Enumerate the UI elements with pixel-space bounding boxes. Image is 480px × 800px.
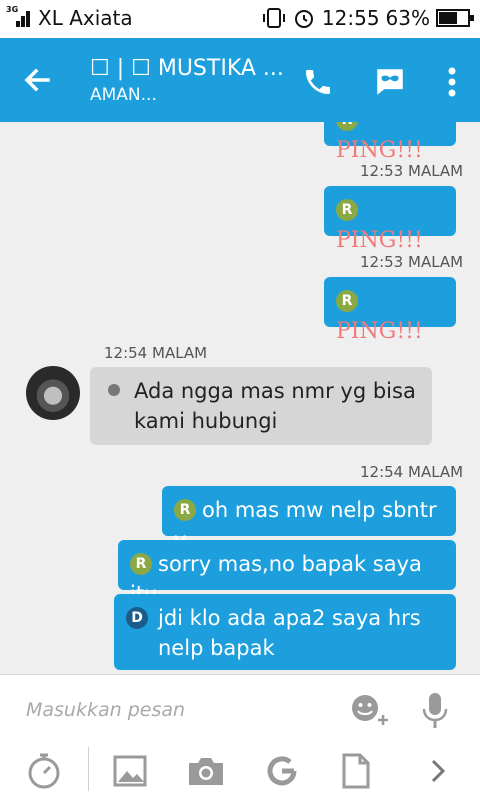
chat-subtitle: AMAN...: [90, 85, 157, 105]
unread-dot-icon: [108, 384, 120, 396]
message-bubble[interactable]: Rsorry mas,no bapak saya itu: [118, 540, 456, 606]
timer-icon: [28, 753, 60, 789]
read-badge: R: [174, 499, 196, 521]
back-arrow-icon: [24, 68, 50, 92]
attachment-toolbar: [0, 739, 480, 800]
toolbar-divider: [88, 747, 89, 791]
composer-bar: [0, 674, 480, 800]
more-vert-icon: [448, 67, 456, 97]
more-tools-button[interactable]: [418, 751, 458, 791]
message-bubble[interactable]: Ada ngga mas nmr yg bisa kami hubungi: [90, 367, 432, 445]
more-options-button[interactable]: [432, 62, 472, 102]
message-bubble[interactable]: D jdi klo ada apa2 saya hrs nelp bapak: [114, 594, 456, 670]
chevron-right-icon: [431, 759, 446, 783]
message-bubble[interactable]: Roh mas mw nelp sbntr y: [162, 486, 456, 552]
image-icon: [113, 755, 147, 787]
message-timestamp: 12:54 MALAM: [104, 344, 208, 362]
emoji-button[interactable]: [350, 693, 390, 727]
mic-icon: [422, 693, 448, 728]
carrier-name: XL Axiata: [38, 6, 133, 30]
message-input[interactable]: [26, 693, 326, 727]
message-timestamp: 12:53 MALAM: [360, 253, 464, 271]
read-badge: R: [336, 122, 358, 131]
voice-button[interactable]: [420, 691, 450, 731]
read-badge: R: [336, 199, 358, 221]
timer-button[interactable]: [24, 751, 64, 791]
battery-fill: [439, 12, 457, 24]
network-type-label: 3G: [6, 5, 19, 14]
message-bubble[interactable]: R PING!!!: [324, 122, 456, 163]
read-badge: R: [336, 290, 358, 312]
vibrate-icon: [262, 8, 285, 28]
read-badge: R: [130, 553, 152, 575]
file-icon: [342, 753, 370, 789]
refresh-button[interactable]: [262, 751, 302, 791]
message-timestamp: 12:53 MALAM: [360, 162, 464, 180]
message-text: jdi klo ada apa2 saya hrs nelp bapak: [158, 606, 421, 660]
message-text: PING!!!: [336, 319, 423, 344]
message-timestamp: 12:54 MALAM: [360, 463, 464, 481]
message-text: PING!!!: [336, 138, 423, 163]
app-bar: ☐ | ☐ MUSTIKA ... AMAN...: [0, 38, 480, 122]
message-text: Ada ngga mas nmr yg bisa kami hubungi: [134, 379, 416, 433]
refresh-g-icon: [267, 756, 297, 786]
signal-icon: 3G: [6, 5, 32, 29]
message-text: PING!!!: [336, 228, 423, 253]
call-button[interactable]: [298, 62, 338, 102]
contact-avatar[interactable]: [26, 366, 80, 420]
file-button[interactable]: [336, 751, 376, 791]
back-button[interactable]: [18, 60, 62, 100]
chat-mask-icon: [377, 69, 403, 95]
message-bubble[interactable]: R PING!!!: [324, 186, 456, 253]
camera-icon: [189, 758, 223, 785]
clock: 12:55: [321, 6, 380, 30]
chat-title: ☐ | ☐ MUSTIKA ...: [90, 56, 284, 81]
alarm-icon: [294, 10, 313, 28]
chat-title-area[interactable]: ☐ | ☐ MUSTIKA ... AMAN...: [90, 56, 290, 105]
video-chat-button[interactable]: [370, 62, 410, 102]
camera-button[interactable]: [186, 751, 226, 791]
phone-icon: [306, 70, 330, 94]
delivered-badge: D: [126, 607, 148, 629]
status-bar: 3G XL Axiata 12:55 63%: [0, 0, 480, 38]
battery-icon: [436, 9, 474, 27]
emoji-add-icon: [352, 695, 388, 725]
message-bubble[interactable]: R PING!!!: [324, 277, 456, 344]
battery-percent: 63%: [385, 6, 430, 30]
gallery-button[interactable]: [110, 751, 150, 791]
chat-area[interactable]: R PING!!! 12:53 MALAM R PING!!! 12:53 MALA…: [0, 122, 480, 674]
